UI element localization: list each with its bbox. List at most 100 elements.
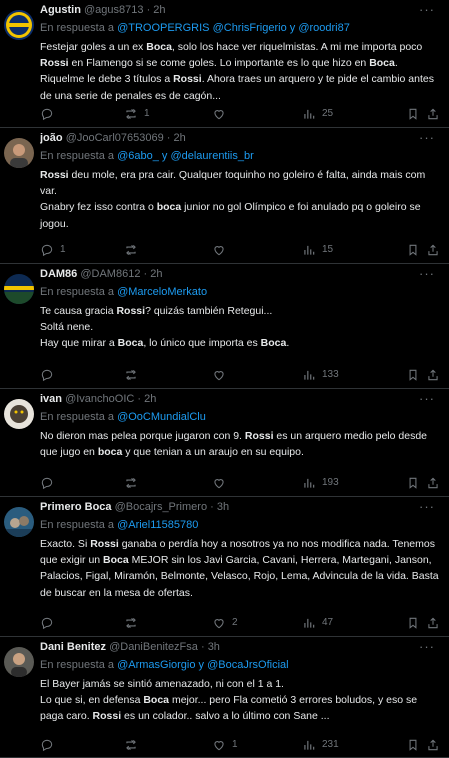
tweet-time[interactable]: 2h xyxy=(144,393,156,405)
tweet[interactable]: Primero Boca @Bocajrs_Primero · 3h ··· En … xyxy=(0,497,449,637)
highlighted-term: Boca xyxy=(260,337,287,350)
retweet-button[interactable] xyxy=(124,615,144,631)
share-button[interactable] xyxy=(426,242,440,258)
more-icon[interactable]: ··· xyxy=(419,267,435,281)
author-name[interactable]: Dani Benitez xyxy=(40,641,106,653)
mention-link[interactable]: @TROOPERGRIS xyxy=(117,22,209,34)
avatar[interactable] xyxy=(4,274,34,304)
bookmark-button[interactable] xyxy=(406,106,420,122)
tweet-time[interactable]: 2h xyxy=(150,268,162,280)
tweet-text: Te causa gracia Rossi? quizás también Re… xyxy=(40,303,439,352)
more-icon[interactable]: ··· xyxy=(419,640,435,654)
like-button[interactable] xyxy=(212,367,232,383)
heart-icon xyxy=(212,476,226,490)
views-button[interactable]: 25 xyxy=(302,106,333,122)
text-segment: , solo los hace ver riquelmistas. A mi m… xyxy=(171,41,423,53)
reply-button[interactable] xyxy=(40,475,60,491)
reply-icon xyxy=(40,368,54,382)
tweet[interactable]: joão @JooCarl07653069 · 2h ··· En respuest… xyxy=(0,128,449,264)
author-handle[interactable]: @IvanchoOIC xyxy=(65,393,134,405)
bookmark-icon xyxy=(406,243,420,257)
author-handle[interactable]: @agus8713 xyxy=(84,4,144,16)
tweet[interactable]: Dani Benitez @DaniBenitezFsa · 3h ··· En r… xyxy=(0,637,449,758)
bookmark-button[interactable] xyxy=(406,475,420,491)
share-button[interactable] xyxy=(426,106,440,122)
avatar[interactable] xyxy=(4,10,34,40)
mention-link[interactable]: @BocaJrsOficial xyxy=(207,659,288,671)
author-name[interactable]: joão xyxy=(40,132,63,144)
tweet-time[interactable]: 2h xyxy=(153,4,165,16)
tweet-time[interactable]: 3h xyxy=(217,501,229,513)
author-name[interactable]: ivan xyxy=(40,393,62,405)
views-button[interactable]: 193 xyxy=(302,475,339,491)
views-button[interactable]: 15 xyxy=(302,242,333,258)
mention-link[interactable]: @ArmasGiorgio xyxy=(117,659,195,671)
retweet-button[interactable] xyxy=(124,242,144,258)
more-icon[interactable]: ··· xyxy=(419,392,435,406)
bookmark-button[interactable] xyxy=(406,615,420,631)
tweet-time[interactable]: 3h xyxy=(208,641,220,653)
views-button[interactable]: 231 xyxy=(302,737,339,753)
views-button[interactable]: 47 xyxy=(302,615,333,631)
share-button[interactable] xyxy=(426,737,440,753)
text-segment: y que tenian a un araujo en su equipo. xyxy=(122,446,304,459)
replying-to: En respuesta a @MarceloMerkato xyxy=(40,284,439,300)
retweet-icon xyxy=(124,476,138,490)
mention-link[interactable]: @roodri87 xyxy=(298,22,350,34)
author-name[interactable]: DAM86 xyxy=(40,268,77,280)
reply-button[interactable] xyxy=(40,106,60,122)
more-icon[interactable]: ··· xyxy=(419,131,435,145)
author-handle[interactable]: @DaniBenitezFsa xyxy=(109,641,198,653)
tweet[interactable]: DAM86 @DAM8612 · 2h ··· En respuesta a @Ma… xyxy=(0,264,449,389)
views-button[interactable]: 133 xyxy=(302,367,339,383)
avatar[interactable] xyxy=(4,399,34,429)
avatar[interactable] xyxy=(4,507,34,537)
bookmark-icon xyxy=(406,738,420,752)
reply-button[interactable]: 1 xyxy=(40,242,66,258)
like-button[interactable] xyxy=(212,106,232,122)
bookmark-button[interactable] xyxy=(406,737,420,753)
mention-link[interactable]: @MarceloMerkato xyxy=(117,286,207,298)
tweet-paragraph: Lo que si, en defensa Boca mejor... pero… xyxy=(40,692,439,724)
text-segment: Hay que mirar a xyxy=(40,337,118,350)
avatar[interactable] xyxy=(4,138,34,168)
tweet[interactable]: Agustin @agus8713 · 2h ··· En respuesta a … xyxy=(0,0,449,128)
tweet-paragraph: No dieron mas pelea porque jugaron con 9… xyxy=(40,428,439,460)
heart-icon xyxy=(212,738,226,752)
views-count: 231 xyxy=(322,739,339,750)
retweet-button[interactable]: 1 xyxy=(124,106,150,122)
retweet-icon xyxy=(124,107,138,121)
author-name[interactable]: Primero Boca xyxy=(40,501,112,513)
retweet-button[interactable] xyxy=(124,737,144,753)
like-button[interactable]: 2 xyxy=(212,615,238,631)
reply-button[interactable] xyxy=(40,367,60,383)
tweet[interactable]: ivan @IvanchoOIC · 2h ··· En respuesta a @… xyxy=(0,389,449,497)
retweet-button[interactable] xyxy=(124,475,144,491)
share-button[interactable] xyxy=(426,475,440,491)
author-handle[interactable]: @DAM8612 xyxy=(80,268,140,280)
mention-link[interactable]: @OoCMundialClu xyxy=(117,411,206,423)
tweet-time[interactable]: 2h xyxy=(173,132,185,144)
more-icon[interactable]: ··· xyxy=(419,3,435,17)
like-button[interactable]: 1 xyxy=(212,737,238,753)
like-button[interactable] xyxy=(212,242,232,258)
author-handle[interactable]: @Bocajrs_Primero xyxy=(115,501,207,513)
bookmark-button[interactable] xyxy=(406,367,420,383)
mention-link[interactable]: @delaurentiis_br xyxy=(170,150,253,162)
reply-button[interactable] xyxy=(40,615,60,631)
more-icon[interactable]: ··· xyxy=(419,500,435,514)
author-name[interactable]: Agustin xyxy=(40,4,81,16)
mention-link[interactable]: @ChrisFrigerio xyxy=(213,22,287,34)
mention-link[interactable]: @Ariel11585780 xyxy=(117,519,198,531)
reply-button[interactable] xyxy=(40,737,60,753)
tweet-text: El Bayer jamás se sintió amenazado, ni c… xyxy=(40,676,439,725)
text-segment: es un colador.. salvo a lo último con Sa… xyxy=(121,710,330,723)
share-button[interactable] xyxy=(426,367,440,383)
mention-link[interactable]: @6abo_ xyxy=(117,150,159,162)
avatar[interactable] xyxy=(4,647,34,677)
retweet-button[interactable] xyxy=(124,367,144,383)
bookmark-button[interactable] xyxy=(406,242,420,258)
author-handle[interactable]: @JooCarl07653069 xyxy=(66,132,164,144)
share-button[interactable] xyxy=(426,615,440,631)
like-button[interactable] xyxy=(212,475,232,491)
